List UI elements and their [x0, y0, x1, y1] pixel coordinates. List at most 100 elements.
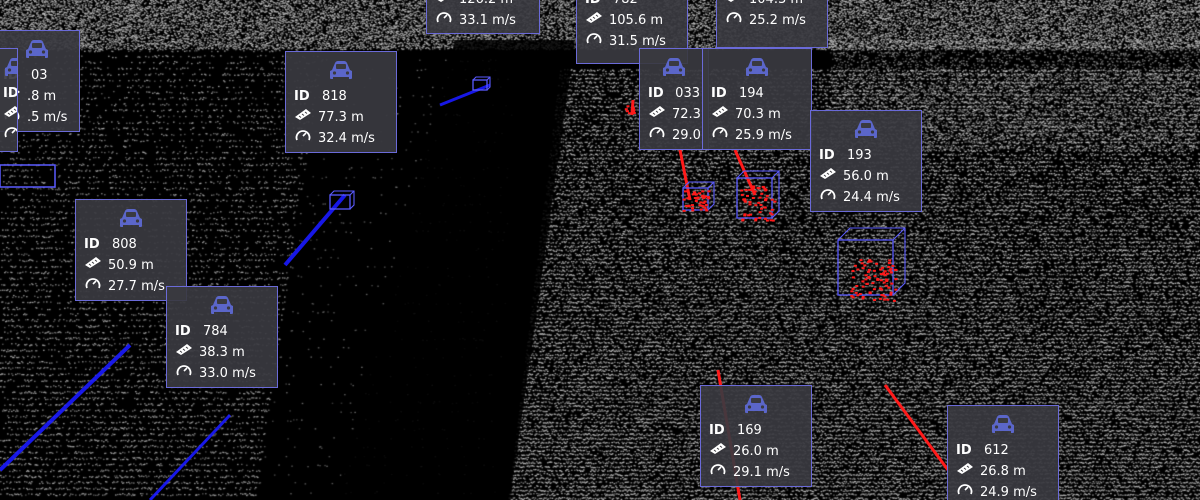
tracked-object — [744, 188, 748, 191]
tracked-object — [747, 214, 751, 217]
track-card[interactable]: ID 193 56.0 m 24.4 m/s — [810, 110, 922, 212]
tracked-object — [760, 207, 763, 210]
tracked-object — [764, 197, 768, 200]
distance-row: 26.0 m — [709, 441, 803, 462]
id-label: ID — [709, 423, 725, 438]
ruler-icon — [294, 107, 312, 128]
track-card[interactable]: ID s — [0, 48, 18, 152]
track-card[interactable]: ID 784 38.3 m 33.0 m/s — [166, 286, 278, 388]
tracked-object — [700, 204, 704, 207]
id-label: ID — [648, 86, 664, 101]
tracked-object — [773, 200, 777, 203]
tracked-object — [892, 299, 896, 302]
tracked-object — [867, 277, 871, 279]
tracked-object — [682, 209, 686, 212]
trail-path — [0, 343, 132, 472]
tracked-object — [687, 205, 690, 208]
distance-value: 104.3 m — [749, 0, 803, 10]
track-id: 033 — [675, 86, 700, 101]
tracked-object — [851, 276, 855, 279]
tracked-object — [873, 299, 876, 301]
tracked-object — [757, 201, 761, 204]
id-label: ID — [956, 443, 972, 458]
tracked-object — [872, 288, 876, 291]
gauge-icon — [435, 10, 453, 31]
track-card[interactable]: ID104.3 m25.2 m/s — [716, 0, 828, 48]
tracked-object — [888, 269, 892, 272]
distance-value: 26.8 m — [980, 464, 1026, 479]
gauge-icon — [175, 363, 193, 384]
tracked-object — [882, 272, 886, 275]
tracked-object — [699, 201, 703, 204]
tracked-object — [758, 216, 762, 219]
distance-row: 126.2 m — [435, 0, 531, 10]
gauge-icon — [956, 482, 974, 500]
motion-line — [678, 149, 692, 201]
tracked-object — [625, 110, 629, 113]
distance-row: 72.3 — [648, 104, 701, 125]
tracked-object — [693, 197, 697, 199]
ruler-icon — [725, 0, 743, 10]
trail-path — [148, 413, 232, 500]
speed-row: 33.0 m/s — [175, 363, 269, 384]
tracked-object — [684, 190, 687, 193]
track-card[interactable]: ID 818 77.3 m 32.4 m/s — [285, 51, 397, 153]
tracked-object — [743, 198, 747, 201]
speed-value: 29.1 m/s — [733, 465, 790, 480]
id-label: ID — [711, 86, 727, 101]
track-card[interactable]: ID 033 72.3 29.0 — [639, 48, 709, 150]
track-id: 782 — [613, 0, 638, 10]
tracked-object — [878, 287, 882, 290]
tracked-object — [754, 217, 758, 220]
track-id-row: ID 169 — [709, 420, 803, 441]
gauge-icon — [711, 125, 729, 146]
ruler-icon — [819, 166, 837, 187]
gauge-icon — [725, 10, 743, 31]
tracked-object — [701, 190, 705, 193]
car-icon — [648, 55, 700, 83]
tracked-object — [883, 270, 887, 273]
car-icon — [709, 392, 803, 420]
tracked-object — [853, 264, 857, 267]
tracked-object — [765, 219, 769, 222]
track-id: 612 — [984, 443, 1009, 458]
tracked-object — [693, 191, 697, 194]
track-card[interactable]: ID 169 26.0 m 29.1 m/s — [700, 385, 812, 487]
gauge-icon — [819, 187, 837, 208]
tracked-object — [861, 267, 865, 270]
bounding-box — [837, 239, 894, 296]
track-id-row: ID — [3, 83, 17, 104]
track-card[interactable]: ID 612 26.8 m 24.9 m/s — [947, 405, 1059, 500]
track-card[interactable]: ID 194 70.3 m 25.9 m/s — [702, 48, 812, 150]
track-id-row: ID 033 — [648, 83, 700, 104]
tracked-object — [770, 198, 774, 201]
tracked-object — [760, 192, 764, 195]
speed-value: 25.2 m/s — [749, 13, 806, 28]
tracked-object — [765, 194, 769, 197]
tracked-object — [851, 270, 855, 272]
lidar-scene: ID 03 .8 m .5 m/s ID s ID 126.2 m 33.1 m/s ID 782 1… — [0, 0, 1200, 500]
tracked-object — [686, 197, 690, 200]
distance-value: 56.0 m — [843, 169, 889, 184]
tracked-object — [851, 287, 855, 290]
track-id-row: ID 808 — [84, 234, 178, 255]
distance-row: 77.3 m — [294, 107, 388, 128]
tracked-object — [866, 270, 870, 273]
tracked-object — [763, 188, 767, 190]
speed-value: 32.4 m/s — [318, 131, 375, 146]
tracked-object — [624, 108, 628, 111]
tracked-object — [882, 281, 886, 284]
speed-row: 27.7 m/s — [84, 276, 178, 297]
tracked-object — [873, 275, 877, 278]
car-icon — [711, 55, 803, 83]
tracked-object — [770, 208, 774, 211]
tracked-object — [868, 291, 872, 294]
track-id-row: ID 194 — [711, 83, 803, 104]
tracked-object — [894, 288, 898, 291]
tracked-object — [876, 278, 880, 280]
distance-row: 104.3 m — [725, 0, 819, 10]
tracked-object — [741, 218, 745, 221]
tracked-object — [763, 217, 767, 220]
tracked-object — [867, 260, 871, 263]
track-card[interactable]: ID126.2 m33.1 m/s — [426, 0, 540, 34]
